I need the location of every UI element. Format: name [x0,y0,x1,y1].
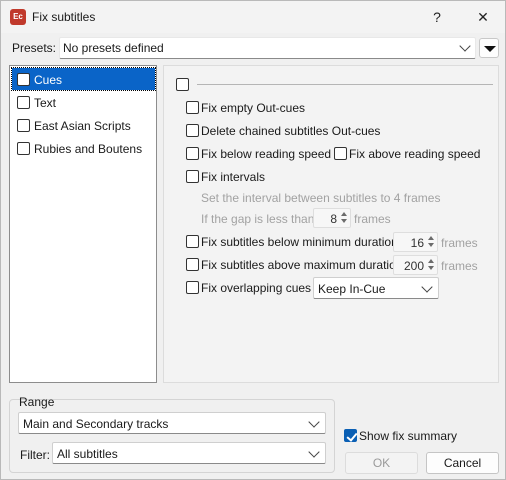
min-duration-stepper[interactable]: 16 [393,232,438,252]
arrow-down-icon [341,219,347,223]
fix-below-min-duration-label: Fix subtitles below minimum duration [201,235,398,249]
spinner-arrows[interactable] [426,234,436,250]
cancel-button[interactable]: Cancel [426,452,499,474]
arrow-up-icon [428,259,434,263]
filter-label: Filter: [20,448,50,462]
delete-chained-out-cues-checkbox[interactable] [186,124,199,137]
ok-button[interactable]: OK [345,452,418,474]
fix-below-reading-speed-label: Fix below reading speed [201,147,332,161]
category-checkbox-cues[interactable] [17,73,30,86]
category-label: Text [34,96,57,110]
fix-overlapping-cues-label: Fix overlapping cues [201,281,312,295]
category-item-rubies-boutens[interactable]: Rubies and Boutens [12,137,155,159]
arrow-down-icon [428,266,434,270]
category-label: Rubies and Boutens [34,142,143,156]
fix-below-min-duration-checkbox[interactable] [186,235,199,248]
fix-below-reading-speed-checkbox[interactable] [186,147,199,160]
category-checkbox-rubies-boutens[interactable] [17,142,30,155]
category-item-text[interactable]: Text [12,91,155,113]
chevron-down-icon [308,446,320,458]
min-duration-value: 16 [410,236,424,250]
spinner-arrows[interactable] [426,257,436,273]
chevron-down-icon [308,416,320,428]
category-label: Cues [34,73,63,87]
gap-frames-stepper[interactable]: 8 [313,208,351,228]
overlap-mode-dropdown[interactable]: Keep In-Cue [313,277,439,299]
filter-value: All subtitles [57,447,118,461]
fix-above-max-duration-checkbox[interactable] [186,258,199,271]
category-item-cues[interactable]: Cues [11,67,156,91]
gap-label: If the gap is less than [201,212,315,226]
cues-group-checkbox[interactable] [176,78,189,91]
help-button[interactable]: ? [415,1,459,33]
show-fix-summary-label: Show fix summary [359,429,458,443]
window-title: Fix subtitles [32,10,96,24]
category-list: Cues Text East Asian Scripts Rubies and … [9,65,157,383]
presets-menu-button[interactable] [479,38,499,58]
presets-selected-value: No presets defined [63,41,164,55]
gap-frames-value: 8 [330,212,337,226]
overlap-mode-value: Keep In-Cue [318,282,386,296]
filter-dropdown[interactable]: All subtitles [52,442,326,464]
tracks-dropdown[interactable]: Main and Secondary tracks [18,412,326,434]
max-duration-unit-label: frames [441,259,478,273]
fix-above-max-duration-label: Fix subtitles above maximum duration [201,258,403,272]
presets-dropdown[interactable]: No presets defined [59,37,476,59]
delete-chained-out-cues-label: Delete chained subtitles Out-cues [201,124,381,138]
category-checkbox-east-asian-scripts[interactable] [17,119,30,132]
arrow-down-icon [428,243,434,247]
arrow-up-icon [428,236,434,240]
spinner-arrows[interactable] [339,210,349,226]
group-divider [197,84,493,85]
tracks-value: Main and Secondary tracks [23,417,169,431]
max-duration-value: 200 [403,259,424,273]
min-duration-unit-label: frames [441,236,478,250]
chevron-down-icon [421,281,433,293]
title-bar: Ec Fix subtitles ? ✕ [1,1,505,33]
category-checkbox-text[interactable] [17,96,30,109]
fix-intervals-checkbox[interactable] [186,170,199,183]
category-label: East Asian Scripts [34,119,131,133]
triangle-down-icon [484,46,496,52]
fix-above-reading-speed-label: Fix above reading speed [349,147,481,161]
arrow-up-icon [341,212,347,216]
fix-above-reading-speed-checkbox[interactable] [334,147,347,160]
presets-label: Presets: [12,41,57,55]
show-fix-summary-checkbox[interactable] [344,429,357,442]
fix-empty-out-cues-label: Fix empty Out-cues [201,101,306,115]
range-label: Range [19,395,55,409]
category-item-east-asian-scripts[interactable]: East Asian Scripts [12,114,155,136]
fix-empty-out-cues-checkbox[interactable] [186,101,199,114]
interval-description: Set the interval between subtitles to 4 … [201,191,441,205]
fix-overlapping-cues-checkbox[interactable] [186,281,199,294]
gap-unit-label: frames [354,212,391,226]
fix-intervals-label: Fix intervals [201,170,266,184]
fix-subtitles-dialog: Ec Fix subtitles ? ✕ Presets: No presets… [0,0,506,480]
close-button[interactable]: ✕ [461,1,505,33]
chevron-down-icon [459,40,471,52]
max-duration-stepper[interactable]: 200 [393,255,438,275]
app-icon: Ec [10,9,26,25]
